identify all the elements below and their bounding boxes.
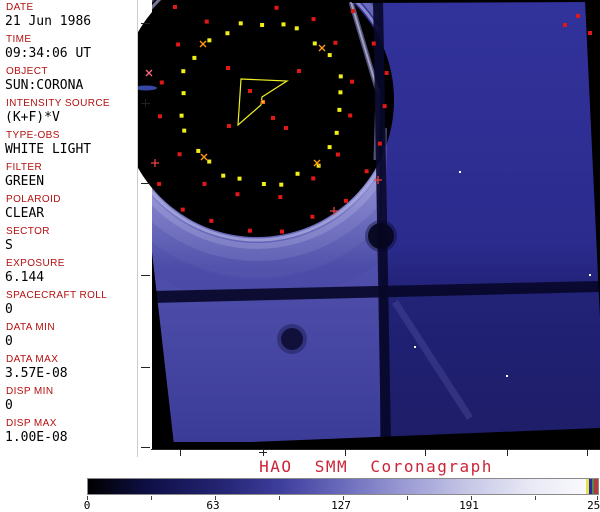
field-label: DATA MAX xyxy=(6,354,59,365)
field-label: INTENSITY SOURCE xyxy=(6,98,111,109)
colorbar-tick xyxy=(535,496,536,500)
field-label: TYPE-OBS xyxy=(6,130,60,141)
colorbar-tick xyxy=(279,496,280,500)
metadata-field-exposure: EXPOSURE 6.144 xyxy=(0,258,137,289)
field-value: WHITE LIGHT xyxy=(5,142,92,157)
coronagraph-image xyxy=(138,0,600,456)
metadata-field-spacecraft-roll: SPACECRAFT ROLL 0 xyxy=(0,290,137,321)
colorbar-tick xyxy=(407,496,408,500)
field-value: 1.00E-08 xyxy=(5,430,68,445)
occulter-ball xyxy=(368,223,394,249)
field-value: GREEN xyxy=(5,174,45,189)
colorbar-tick-label: 63 xyxy=(206,499,220,512)
pointer-center-glint xyxy=(262,101,264,103)
field-label: DATE xyxy=(6,2,34,13)
metadata-field-date: DATE 21 Jun 1986 xyxy=(0,2,137,33)
field-value: S xyxy=(5,238,13,253)
field-value: 3.57E-08 xyxy=(5,366,68,381)
white-speck xyxy=(589,274,591,276)
field-label: SECTOR xyxy=(6,226,50,237)
metadata-field-polaroid: POLAROID CLEAR xyxy=(0,194,137,225)
colorbar-tick xyxy=(151,496,152,500)
field-label: TIME xyxy=(6,34,32,45)
field-label: DISP MIN xyxy=(6,386,54,397)
white-speck xyxy=(506,375,508,377)
field-value: 0 xyxy=(5,302,13,317)
coronagraph-viewer-window: DATE 21 Jun 1986 TIME 09:34:06 UT OBJECT SUN:… xyxy=(0,0,600,512)
metadata-field-type-obs: TYPE-OBS WHITE LIGHT xyxy=(0,130,137,161)
field-value: SUN:CORONA xyxy=(5,78,84,93)
field-label: EXPOSURE xyxy=(6,258,65,269)
colorbar-tick-label: 0 xyxy=(83,499,91,512)
field-value: CLEAR xyxy=(5,206,45,221)
image-title: HAO SMM Coronagraph xyxy=(259,457,493,476)
colorbar-tick-label: 127 xyxy=(331,499,351,512)
field-label: DATA MIN xyxy=(6,322,55,333)
metadata-field-disp-min: DISP MIN 0 xyxy=(0,386,137,417)
field-label: DISP MAX xyxy=(6,418,57,429)
white-speck xyxy=(459,171,461,173)
metadata-field-object: OBJECT SUN:CORONA xyxy=(0,66,137,97)
field-label: SPACECRAFT ROLL xyxy=(6,290,108,301)
field-value: 09:34:06 UT xyxy=(5,46,92,61)
colorbar-gradient xyxy=(87,478,599,495)
metadata-field-data-min: DATA MIN 0 xyxy=(0,322,137,353)
field-value: 6.144 xyxy=(5,270,45,285)
field-label: OBJECT xyxy=(6,66,48,77)
field-value: 21 Jun 1986 xyxy=(5,14,92,29)
metadata-field-intensity-source: INTENSITY SOURCE (K+F)*V xyxy=(0,98,137,129)
field-label: POLAROID xyxy=(6,194,61,205)
field-value: 0 xyxy=(5,334,13,349)
colorbar-tick-label: 191 xyxy=(459,499,479,512)
metadata-field-data-max: DATA MAX 3.57E-08 xyxy=(0,354,137,385)
metadata-field-time: TIME 09:34:06 UT xyxy=(0,34,137,65)
field-value: (K+F)*V xyxy=(5,110,60,125)
white-speck xyxy=(414,346,416,348)
colorbar-stripe xyxy=(594,479,598,494)
field-value: 0 xyxy=(5,398,13,413)
metadata-field-sector: SECTOR S xyxy=(0,226,137,257)
dust-blob xyxy=(281,328,303,350)
field-label: FILTER xyxy=(6,162,43,173)
colorbar-tick-label: 255 xyxy=(587,499,600,512)
metadata-field-filter: FILTER GREEN xyxy=(0,162,137,193)
metadata-field-disp-max: DISP MAX 1.00E-08 xyxy=(0,418,137,449)
metadata-sidebar: DATE 21 Jun 1986 TIME 09:34:06 UT OBJECT SUN:… xyxy=(0,0,137,457)
